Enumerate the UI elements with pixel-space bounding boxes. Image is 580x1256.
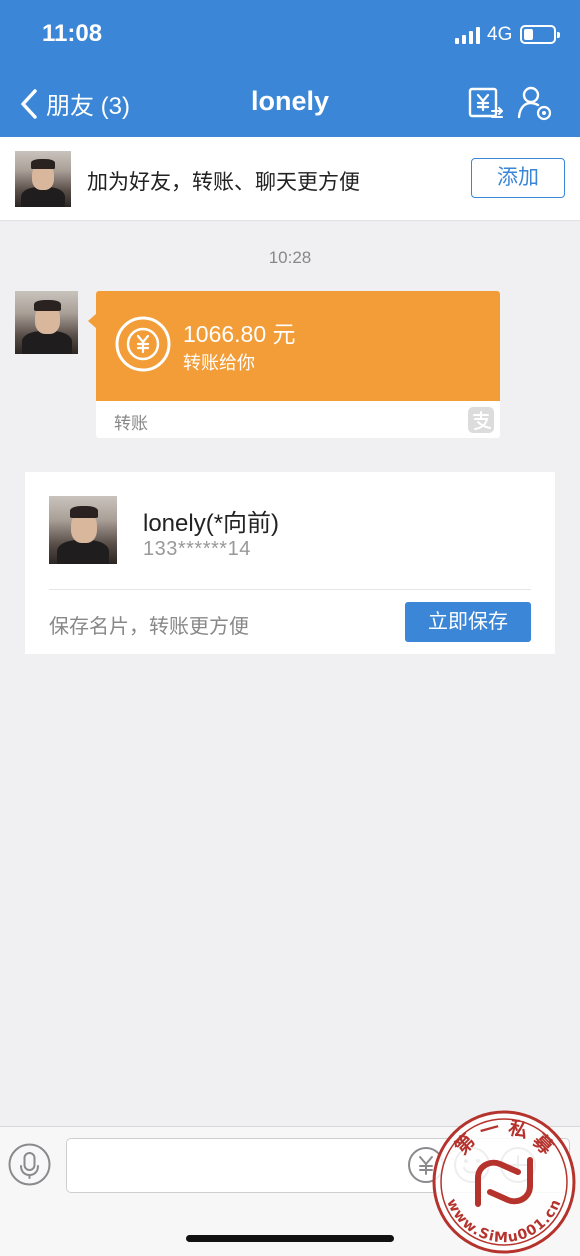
back-label: 朋友 (3) <box>46 93 130 120</box>
transfer-amount: 1066.80 元 <box>183 321 296 347</box>
add-friend-text: 加为好友，转账、聊天更方便 <box>87 171 360 194</box>
transfer-type-label: 转账 <box>114 414 148 433</box>
add-friend-button[interactable]: 添加 <box>471 158 565 198</box>
microphone-icon[interactable] <box>8 1143 51 1186</box>
transfer-money-icon[interactable] <box>466 84 506 124</box>
home-indicator <box>186 1235 394 1242</box>
network-type: 4G <box>487 24 513 45</box>
divider <box>49 589 531 590</box>
battery-icon <box>520 25 560 44</box>
avatar <box>15 151 71 207</box>
message-timestamp: 10:28 <box>268 248 312 267</box>
contact-card: lonely(*向前) 133******14 保存名片，转账更方便 立即保存 <box>25 472 555 654</box>
transfer-coin-icon <box>115 316 171 372</box>
watermark-seal-icon: 第 一 私 募 www.SiMu001.cn <box>432 1110 576 1254</box>
back-button[interactable]: 朋友 (3) <box>18 86 130 121</box>
signal-icon <box>455 26 480 44</box>
add-friend-bar: 加为好友，转账、聊天更方便 添加 <box>0 137 580 221</box>
contact-avatar <box>49 496 117 564</box>
transfer-message[interactable]: 1066.80 元 转账给你 转账 <box>88 291 500 438</box>
alipay-logo-icon <box>468 407 494 433</box>
contact-name: lonely(*向前) <box>143 510 280 537</box>
status-time: 11:08 <box>42 20 103 47</box>
contact-phone: 133******14 <box>143 538 251 560</box>
chat-title: lonely <box>250 86 330 116</box>
save-contact-button[interactable]: 立即保存 <box>405 602 531 642</box>
chevron-left-icon <box>21 88 37 119</box>
transfer-description: 转账给你 <box>183 353 255 373</box>
save-card-hint: 保存名片，转账更方便 <box>49 616 249 638</box>
sender-avatar[interactable] <box>15 291 78 354</box>
top-header: 11:08 4G 朋友 (3) lonely <box>0 0 580 137</box>
user-settings-icon[interactable] <box>514 84 554 124</box>
